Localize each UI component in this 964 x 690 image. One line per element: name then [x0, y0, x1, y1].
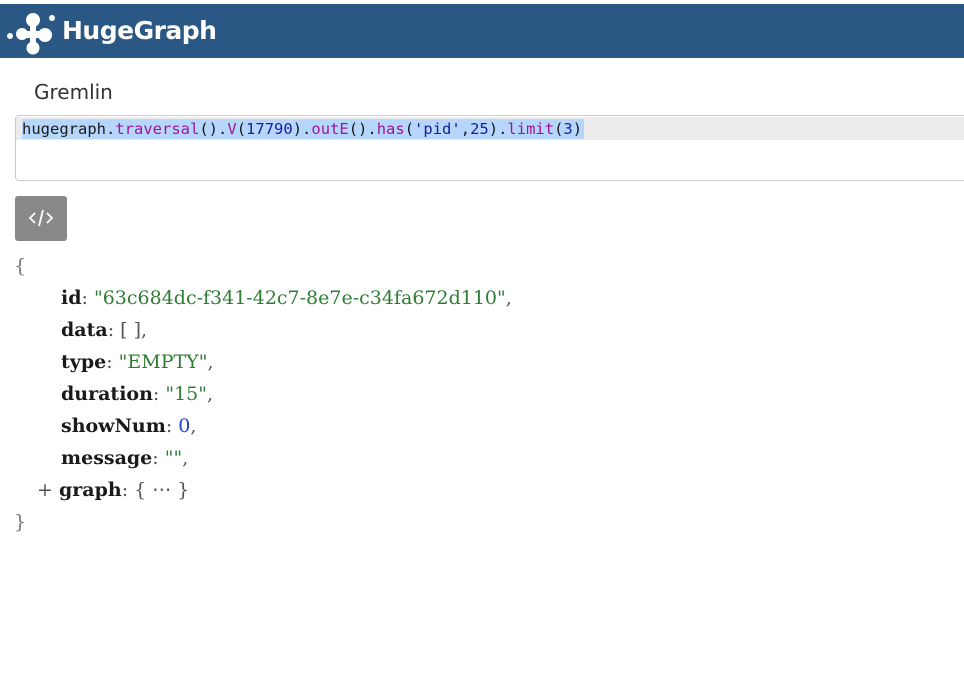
query-token: limit [507, 120, 555, 138]
json-close-brace: } [14, 511, 27, 533]
json-comma: , [141, 319, 148, 341]
query-token: (). [199, 120, 228, 138]
app-header: HugeGraph [0, 0, 964, 58]
json-colon: : [107, 319, 121, 341]
json-row-data: data: [ ], [61, 314, 147, 346]
code-icon [29, 209, 53, 227]
json-value: [ ] [120, 319, 142, 341]
run-query-button[interactable] [15, 196, 67, 241]
json-colon: : [106, 351, 119, 373]
page-title: Gremlin [34, 80, 113, 104]
query-token: ) [572, 120, 583, 138]
query-token: traversal [115, 120, 200, 138]
query-token: . [106, 120, 116, 138]
json-row-id: id: "63c684dc-f341-42c7-8e7e-c34fa672d11… [61, 282, 512, 314]
query-token: has [376, 120, 405, 138]
json-colon: : [152, 383, 166, 405]
query-token: outE [311, 120, 349, 138]
app-title: HugeGraph [62, 16, 217, 45]
query-token: 3 [563, 120, 573, 138]
query-token: ). [292, 120, 312, 138]
json-key: data [61, 319, 108, 341]
query-token: V [227, 120, 237, 138]
query-token: (). [348, 120, 377, 138]
json-key: id [61, 287, 82, 309]
json-row-shownum: showNum: 0, [61, 410, 196, 442]
json-colon: : [165, 415, 179, 437]
json-value: "EMPTY" [118, 351, 208, 373]
json-colon: : [81, 287, 94, 309]
query-text[interactable]: hugegraph.traversal().V(17790).outE().ha… [22, 119, 585, 139]
json-key: duration [61, 383, 153, 405]
json-value: 0 [178, 415, 191, 437]
json-key: message [61, 447, 153, 469]
expand-toggle[interactable]: + [37, 479, 53, 501]
query-token: 'pid' [414, 120, 461, 138]
json-colon: : [152, 447, 165, 469]
gremlin-query-editor[interactable]: hugegraph.traversal().V(17790).outE().ha… [15, 115, 964, 181]
query-token: ( [236, 120, 247, 138]
hugegraph-logo-icon[interactable] [6, 10, 56, 56]
json-key: showNum [61, 415, 166, 437]
json-row-message: message: "", [61, 442, 188, 474]
query-token: ( [404, 120, 415, 138]
json-collapsed-value[interactable]: { ⋯ } [134, 479, 189, 501]
json-row-type: type: "EMPTY", [61, 346, 214, 378]
json-key: type [61, 351, 107, 373]
json-row-graph[interactable]: + graph: { ⋯ } [37, 474, 189, 506]
query-token: hugegraph [22, 120, 106, 138]
json-open-brace: { [14, 255, 27, 277]
json-comma: , [182, 447, 189, 469]
json-comma: , [207, 351, 214, 373]
json-key: graph [58, 479, 122, 501]
query-token: , [460, 120, 471, 138]
json-comma: , [190, 415, 197, 437]
json-value: "63c684dc-f341-42c7-8e7e-c34fa672d110" [93, 287, 506, 309]
json-comma: , [207, 383, 214, 405]
json-colon: : [121, 479, 135, 501]
query-token: 25 [470, 120, 489, 138]
json-value: "15" [165, 383, 208, 405]
json-comma: , [505, 287, 512, 309]
json-row-duration: duration: "15", [61, 378, 213, 410]
query-token: 17790 [246, 120, 293, 138]
json-value: "" [164, 447, 183, 469]
query-token: ). [488, 120, 508, 138]
